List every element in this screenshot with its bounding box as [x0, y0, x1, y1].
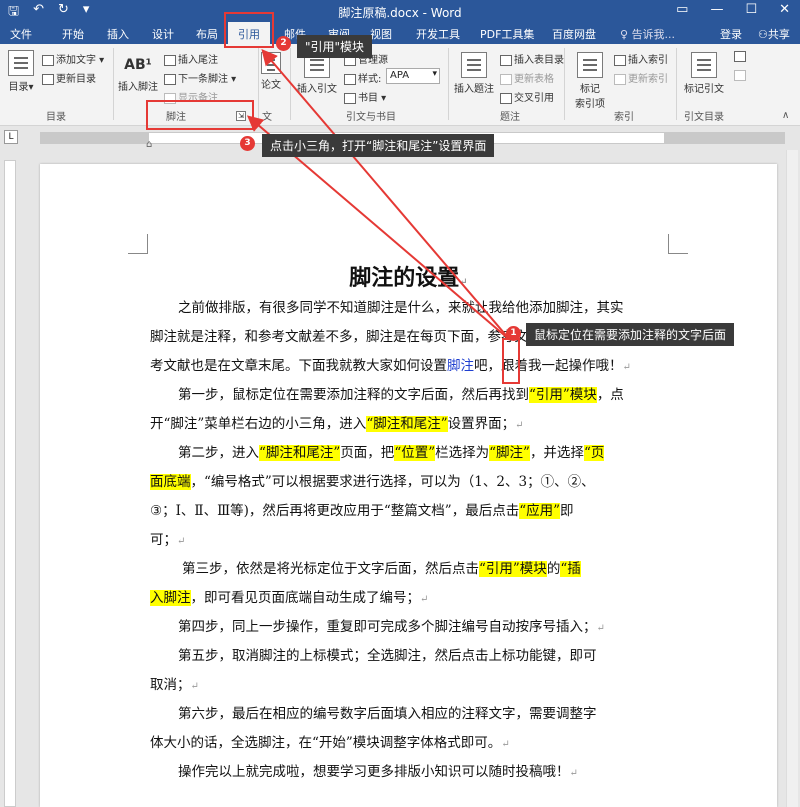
- annotation-arrows: [246, 48, 511, 341]
- tooltip-references-module: "引用"模块: [297, 35, 373, 58]
- vertical-scrollbar[interactable]: [786, 150, 798, 807]
- step-badge-1: 1: [506, 326, 521, 341]
- tooltip-dialog-launcher: 点击小三角，打开“脚注和尾注”设置界面: [262, 134, 495, 157]
- arrow-to-references-tab: [261, 48, 511, 341]
- step-badge-2: 2: [276, 36, 291, 51]
- step-badge-3: 3: [240, 136, 255, 151]
- tooltip-cursor-step: 鼠标定位在需要添加注释的文字后面: [526, 323, 735, 346]
